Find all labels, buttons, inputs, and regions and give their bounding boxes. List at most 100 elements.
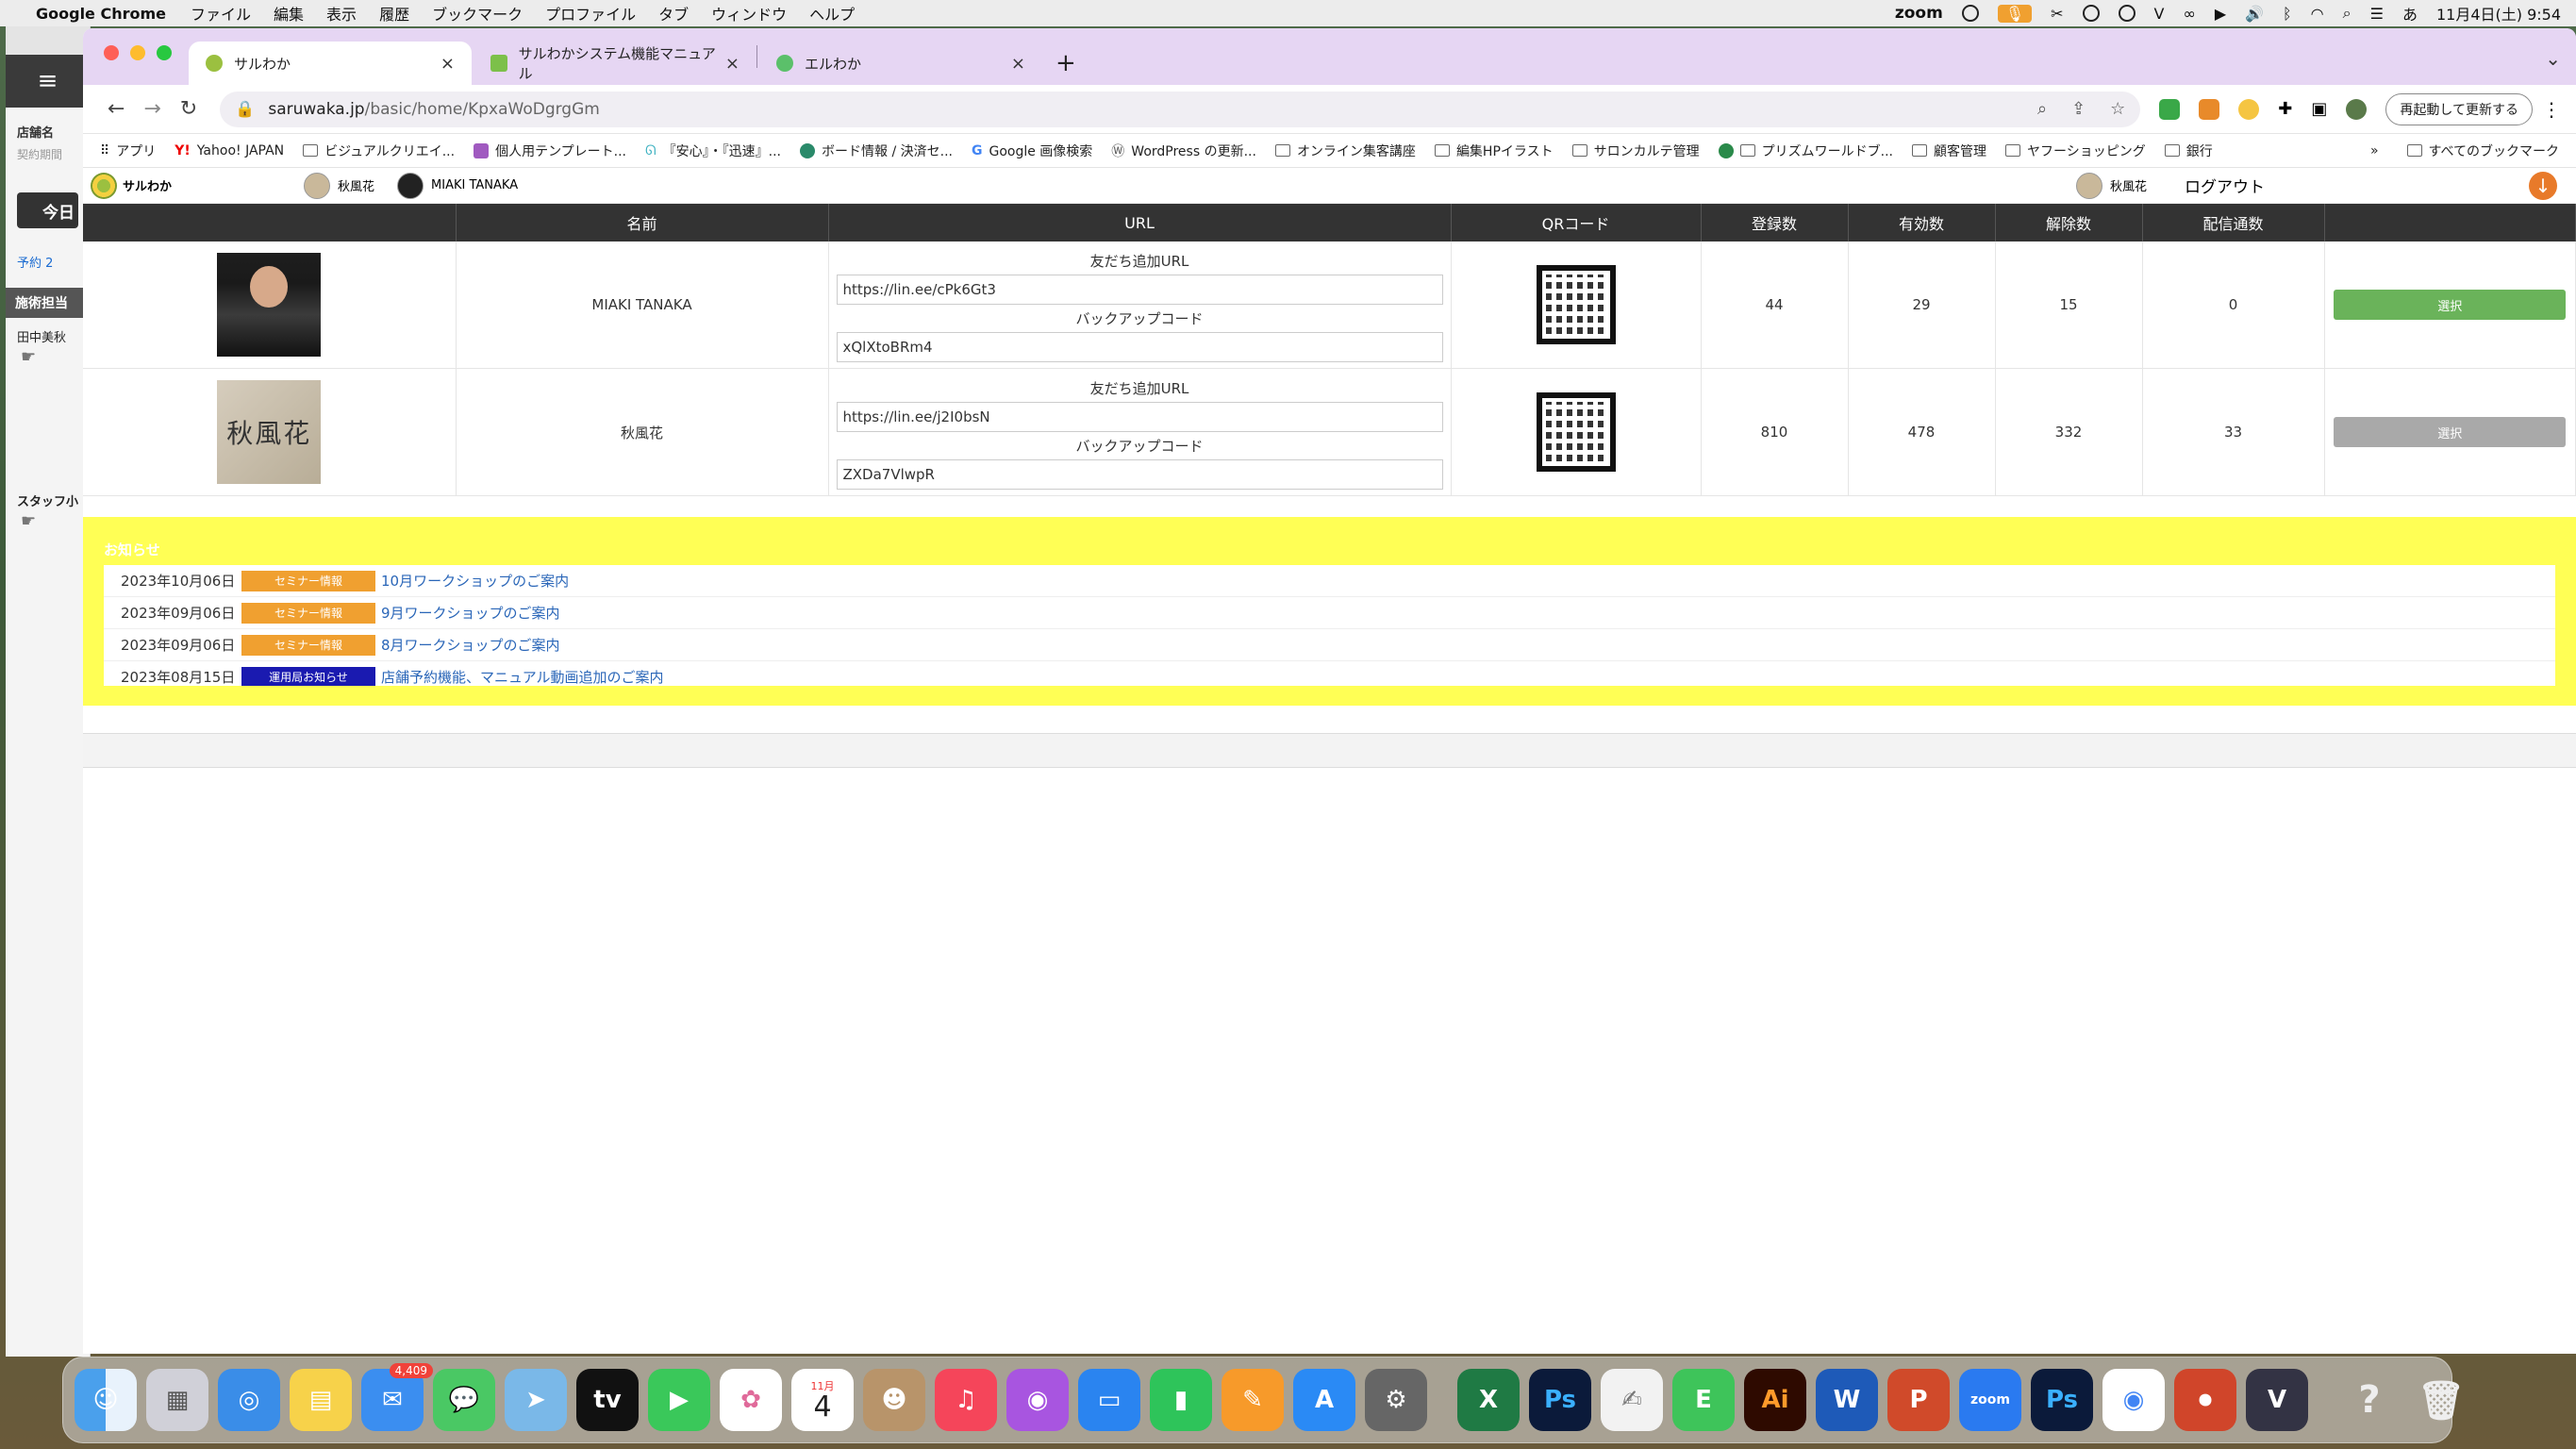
- address-bar[interactable]: 🔒 saruwaka.jp /basic/home/KpxaWoDgrgGm ⌕…: [220, 91, 2141, 127]
- minimize-window-button[interactable]: [130, 45, 145, 60]
- bookmark-hp-illust[interactable]: 編集HPイラスト: [1434, 142, 1554, 160]
- keynote-icon[interactable]: ▭: [1078, 1369, 1140, 1431]
- powerpoint-icon[interactable]: P: [1887, 1369, 1950, 1431]
- illustrator-icon[interactable]: Ai: [1744, 1369, 1806, 1431]
- zoom-window-button[interactable]: [157, 45, 172, 60]
- zoom-status-item[interactable]: zoom: [1895, 4, 1943, 23]
- news-link[interactable]: 9月ワークショップのご案内: [381, 603, 560, 623]
- new-tab-plus-icon[interactable]: +: [1055, 42, 1076, 85]
- play-icon[interactable]: ▶: [2215, 5, 2226, 23]
- tool-icon[interactable]: ✂: [2051, 5, 2063, 23]
- menu-tab[interactable]: タブ: [658, 2, 689, 25]
- tab-manual[interactable]: サルわかシステム機能マニュアル ×: [474, 42, 756, 85]
- extension-green-icon[interactable]: [2159, 98, 2181, 120]
- profile-avatar[interactable]: [2346, 98, 2368, 120]
- more-bookmarks-chevron-icon[interactable]: »: [2370, 143, 2379, 158]
- contacts-icon[interactable]: ☻: [863, 1369, 925, 1431]
- relaunch-to-update-button[interactable]: 再起動して更新する: [2385, 92, 2533, 125]
- news-list[interactable]: 2023年10月06日 セミナー情報 10月ワークショップのご案内 2023年0…: [104, 565, 2555, 686]
- bookmark-prism-world[interactable]: プリズムワールドブ...: [1718, 142, 1893, 160]
- bookmark-bank[interactable]: 銀行: [2164, 142, 2213, 160]
- bookmark-yahoo[interactable]: Y! Yahoo! JAPAN: [175, 143, 284, 158]
- bookmark-google-images[interactable]: G Google 画像検索: [972, 142, 1092, 160]
- bookmark-template[interactable]: 個人用テンプレート...: [474, 142, 626, 160]
- logout-link[interactable]: ログアウト: [2185, 174, 2491, 197]
- podcasts-icon[interactable]: ◉: [1006, 1369, 1069, 1431]
- record-icon[interactable]: [2118, 5, 2136, 22]
- microphone-icon[interactable]: 🎙: [1997, 4, 2033, 23]
- close-window-button[interactable]: [104, 45, 119, 60]
- screen-recorder-icon[interactable]: ⏺: [2174, 1369, 2236, 1431]
- saruwaka-logo[interactable]: サルわか: [91, 172, 172, 199]
- wifi-icon[interactable]: ◠: [2311, 5, 2324, 23]
- facetime-icon[interactable]: ▶: [648, 1369, 710, 1431]
- safari-icon[interactable]: ◎: [218, 1369, 280, 1431]
- all-bookmarks-folder[interactable]: すべてのブックマーク: [2406, 142, 2559, 160]
- bookmark-yahoo-shopping[interactable]: ヤフーショッピング: [2005, 142, 2146, 160]
- bookmark-salon-karte[interactable]: サロンカルテ管理: [1571, 142, 1700, 160]
- close-tab-icon[interactable]: ×: [440, 54, 455, 74]
- friend-url-field[interactable]: https://lin.ee/j2I0bsN: [836, 402, 1443, 432]
- hamburger-menu-icon[interactable]: ≡: [6, 55, 90, 108]
- menu-edit[interactable]: 編集: [274, 2, 304, 25]
- music-icon[interactable]: ♫: [935, 1369, 997, 1431]
- bookmark-star-icon[interactable]: ☆: [2110, 99, 2125, 119]
- numbers-icon[interactable]: ▮: [1150, 1369, 1212, 1431]
- control-center-icon[interactable]: ☰: [2370, 5, 2384, 23]
- vectorworks-icon[interactable]: V: [2246, 1369, 2308, 1431]
- spotlight-search-icon[interactable]: ⌕: [2343, 4, 2352, 23]
- word-icon[interactable]: W: [1816, 1369, 1878, 1431]
- bookmark-board[interactable]: ボード情報 / 決済セ...: [800, 142, 953, 160]
- forward-arrow-icon[interactable]: →: [134, 97, 170, 121]
- menu-help[interactable]: ヘルプ: [809, 2, 855, 25]
- textedit-icon[interactable]: ✍: [1601, 1369, 1663, 1431]
- menu-history[interactable]: 履歴: [379, 2, 409, 25]
- reservation-count[interactable]: 予約 2: [6, 228, 90, 271]
- trash-icon[interactable]: 🗑: [2410, 1369, 2472, 1431]
- current-account[interactable]: 秋風花: [2075, 172, 2147, 199]
- photoshop-2-icon[interactable]: Ps: [2031, 1369, 2093, 1431]
- account-switch-miaki-tanaka[interactable]: MIAKI TANAKA: [397, 172, 518, 199]
- calendar-icon[interactable]: 11月 4: [791, 1369, 854, 1431]
- zoom-magnifier-icon[interactable]: ⌕: [2037, 99, 2047, 119]
- volume-icon[interactable]: 🔊: [2245, 5, 2264, 23]
- side-panel-icon[interactable]: ▣: [2311, 99, 2327, 119]
- menu-profiles[interactable]: プロファイル: [545, 2, 636, 25]
- zoom-app-icon[interactable]: zoom: [1959, 1369, 2021, 1431]
- bookmark-visual-creator[interactable]: ビジュアルクリエイ...: [303, 142, 455, 160]
- download-arrow-icon[interactable]: ↓: [2529, 171, 2557, 200]
- hand-pointer-icon-2[interactable]: ☛: [6, 509, 90, 533]
- lock-icon[interactable]: 🔒: [235, 100, 255, 119]
- metamask-fox-icon[interactable]: [2199, 98, 2220, 120]
- backup-code-field[interactable]: ZXDa7VlwpR: [836, 459, 1443, 490]
- sync-icon[interactable]: [2082, 5, 2100, 22]
- account-switch-akikazehana[interactable]: 秋風花: [304, 172, 374, 199]
- extension-yellow-icon[interactable]: [2238, 98, 2260, 120]
- bookmark-online-course[interactable]: オンライン集客講座: [1274, 142, 1416, 160]
- bookmark-wordpress[interactable]: Ⓦ WordPress の更新...: [1111, 142, 1256, 160]
- today-button[interactable]: 今日: [17, 192, 78, 228]
- select-button[interactable]: 選択: [2334, 417, 2567, 447]
- tab-search-chevron-icon[interactable]: ⌄: [2545, 47, 2561, 70]
- bookmark-anshin[interactable]: ᘏ 『安心』・『迅速』...: [645, 142, 781, 160]
- news-link[interactable]: 8月ワークショップのご案内: [381, 635, 560, 655]
- hand-pointer-icon[interactable]: ☛: [6, 345, 90, 369]
- ime-indicator[interactable]: あ: [2402, 2, 2418, 25]
- mail-icon[interactable]: ✉ 4,409: [361, 1363, 433, 1431]
- tab-eruwaka[interactable]: エルわか ×: [759, 42, 1042, 85]
- news-link[interactable]: 10月ワークショップのご案内: [381, 571, 569, 591]
- extensions-puzzle-icon[interactable]: ✚: [2278, 99, 2292, 119]
- bookmark-apps[interactable]: ⠿ アプリ: [100, 142, 156, 160]
- tab-saruwaka[interactable]: サルわか ×: [189, 42, 472, 85]
- news-link[interactable]: 店舗予約機能、マニュアル動画追加のご案内: [381, 667, 664, 686]
- backup-code-field[interactable]: xQlXtoBRm4: [836, 332, 1443, 362]
- app-store-icon[interactable]: A: [1293, 1369, 1355, 1431]
- apple-tv-icon[interactable]: tv: [576, 1369, 639, 1431]
- app-menu[interactable]: Google Chrome: [36, 5, 166, 23]
- evernote-icon[interactable]: E: [1672, 1369, 1735, 1431]
- excel-icon[interactable]: X: [1457, 1369, 1520, 1431]
- pages-icon[interactable]: ✎: [1222, 1369, 1284, 1431]
- menu-bookmarks[interactable]: ブックマーク: [432, 2, 523, 25]
- menubar-clock[interactable]: 11月4日(土) 9:54: [2436, 2, 2561, 25]
- menu-window[interactable]: ウィンドウ: [711, 2, 787, 25]
